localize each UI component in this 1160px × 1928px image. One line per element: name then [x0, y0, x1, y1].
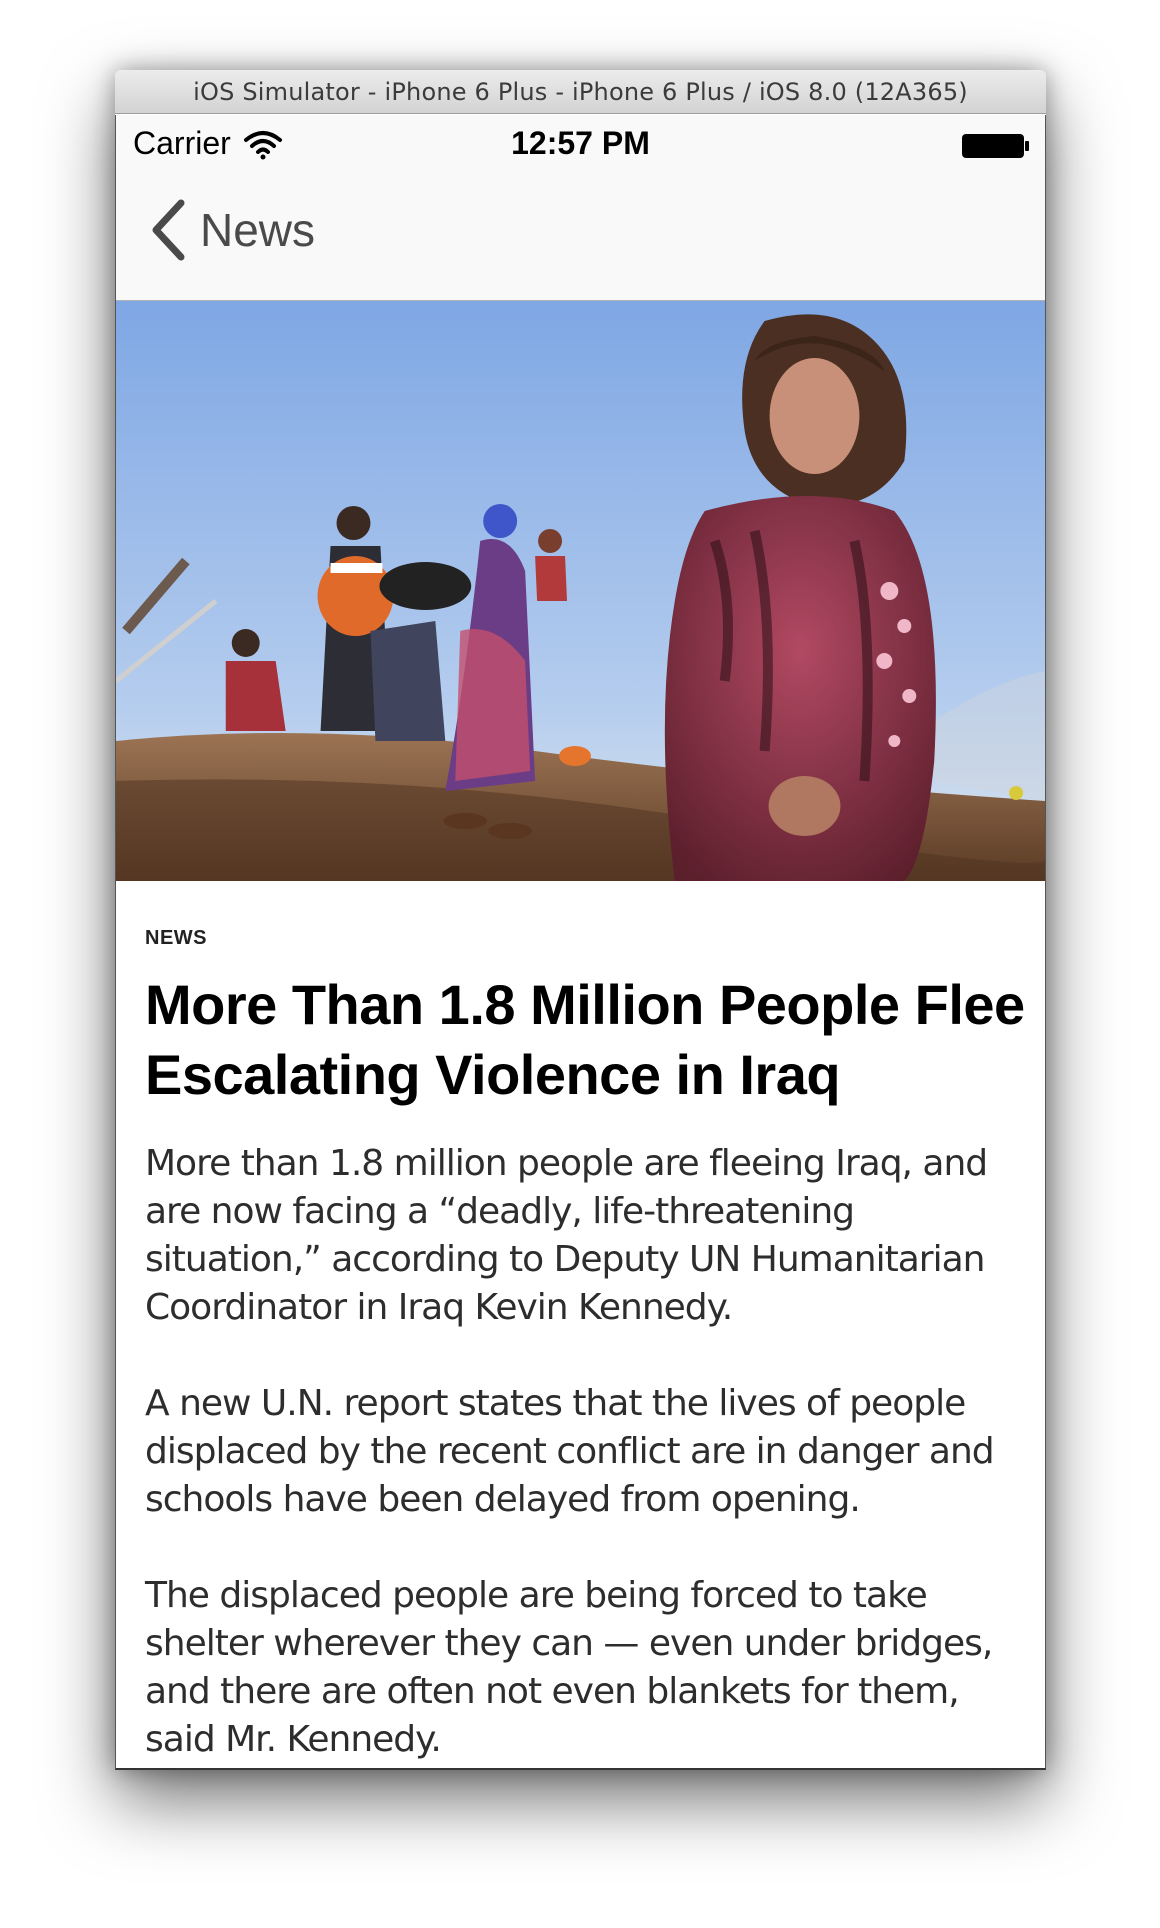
back-button[interactable]: News: [150, 199, 315, 261]
article-category: NEWS: [145, 927, 207, 949]
article-paragraph: The displaced people are being forced to…: [145, 1575, 993, 1760]
article-content: NEWS More Than 1.8 Million People Flee E…: [145, 881, 1025, 1764]
window-title: iOS Simulator - iPhone 6 Plus - iPhone 6…: [115, 70, 1046, 114]
back-button-label: News: [200, 204, 316, 256]
status-bar: Carrier 12:57 PM: [116, 115, 1045, 175]
article-hero-image: [116, 301, 1045, 881]
chevron-left-icon: [152, 199, 185, 261]
hero-photo: [116, 301, 1045, 881]
simulator-window: iOS Simulator - iPhone 6 Plus - iPhone 6…: [115, 70, 1046, 1770]
navigation-bar: News: [116, 175, 1045, 301]
article-paragraph: More than 1.8 million people are fleeing…: [145, 1143, 988, 1328]
article-headline: More Than 1.8 Million People Flee Escala…: [145, 973, 1025, 1106]
article-paragraph: A new U.N. report states that the lives …: [145, 1383, 995, 1520]
battery-icon: [962, 134, 1029, 158]
status-time: 12:57 PM: [511, 125, 650, 161]
device-screen: Carrier 12:57 PM News NEWS More Than 1.8…: [115, 115, 1046, 1770]
